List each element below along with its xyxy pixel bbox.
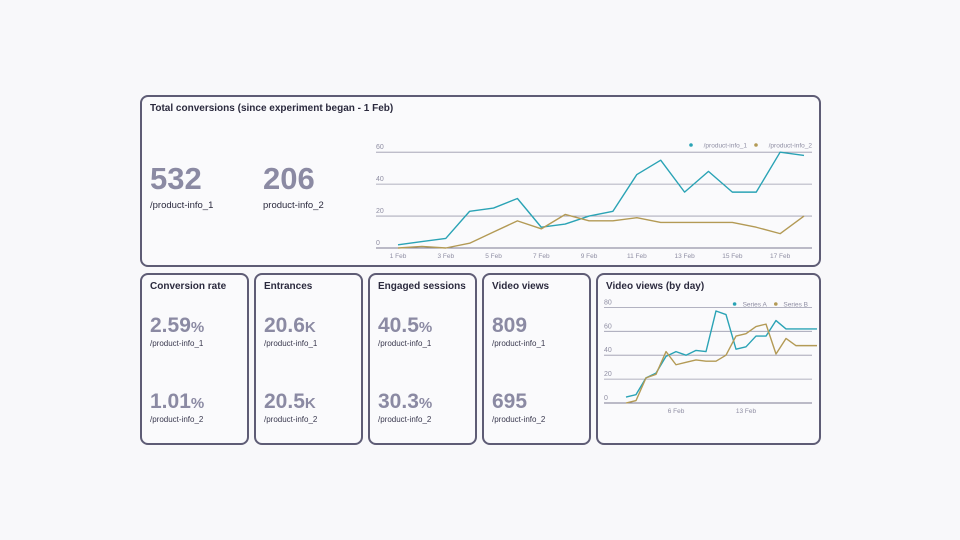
y-tick-label: 20 <box>604 371 612 378</box>
metric-number: 40.5 <box>378 314 419 337</box>
card-title: Conversion rate <box>150 281 227 292</box>
series-line-2 <box>625 323 817 404</box>
metric-label: /product-info_2 <box>492 415 546 424</box>
card-title: Total conversions (since experiment bega… <box>150 103 394 114</box>
card-title: Video views (by day) <box>606 281 705 292</box>
metric-unit: % <box>190 395 205 412</box>
entrances-card: Entrances 20.6K /product-info_1 20.5K /p… <box>254 273 363 445</box>
metric-unit: K <box>304 395 316 412</box>
metric-value: 1.01% <box>150 391 204 412</box>
x-tick-label: 6 Feb <box>668 408 685 415</box>
metric-product-info-2: 30.3% /product-info_2 <box>378 391 432 424</box>
metric-product-info-2: 1.01% /product-info_2 <box>150 391 204 424</box>
metric-label: /product-info_1 <box>264 339 318 348</box>
legend-label: Series A <box>743 302 768 309</box>
metric-label: /product-info_2 <box>378 415 432 424</box>
video-views-line-chart: 0 20 40 60 80 6 Feb 13 Feb Series B Series A <box>604 299 817 415</box>
y-tick-label: 20 <box>376 208 384 215</box>
video-views-by-day-card: Video views (by day) 0 20 40 60 80 6 Feb 13 Fe… <box>596 273 821 445</box>
metric-number: 695 <box>492 390 528 413</box>
conversion-rate-card: Conversion rate 2.59% /product-info_1 1.… <box>140 273 249 445</box>
x-tick-label: 1 Feb <box>390 253 407 260</box>
y-tick-label: 40 <box>376 176 384 183</box>
x-tick-label: 11 Feb <box>627 253 647 260</box>
metric-number: 30.3 <box>378 390 419 413</box>
y-tick-label: 40 <box>604 347 612 354</box>
metric-number: 1.01 <box>150 390 191 413</box>
x-tick-label: 5 Feb <box>485 253 502 260</box>
x-tick-label: 17 Feb <box>770 253 791 260</box>
metric-product-info-1: 20.6K /product-info_1 <box>264 315 317 348</box>
x-tick-label: 15 Feb <box>722 253 743 260</box>
y-tick-label: 0 <box>376 240 380 247</box>
legend-marker <box>754 143 758 147</box>
metric-value: 30.3% <box>378 391 432 412</box>
stat-label: product-info_2 <box>263 200 324 211</box>
metric-unit: K <box>304 319 316 336</box>
stat-value: 206 <box>263 161 315 196</box>
x-tick-label: 3 Feb <box>437 253 454 260</box>
metric-label: /product-info_1 <box>150 339 204 348</box>
card-title: Video views <box>492 281 550 292</box>
card-title: Entrances <box>264 281 313 292</box>
legend-label: Series B <box>783 302 808 309</box>
total-conversions-card: Total conversions (since experiment bega… <box>140 95 821 267</box>
legend-label: /product-info_1 <box>704 143 748 150</box>
metric-number: 20.6 <box>264 314 305 337</box>
metric-label: /product-info_2 <box>264 415 318 424</box>
metric-value: 20.5K <box>264 391 317 412</box>
stat-product-info-2: 206 product-info_2 <box>263 163 324 211</box>
metric-number: 20.5 <box>264 390 305 413</box>
metric-product-info-2: 695 /product-info_2 <box>492 391 545 424</box>
legend-marker <box>774 302 778 306</box>
x-tick-label: 13 Feb <box>674 253 695 260</box>
legend-marker <box>689 143 693 147</box>
x-tick-label: 7 Feb <box>533 253 550 260</box>
y-tick-label: 60 <box>604 323 612 330</box>
stat-value: 532 <box>150 161 202 196</box>
metric-number: 809 <box>492 314 528 337</box>
video-views-card: Video views 809 /product-info_1 695 /pro… <box>482 273 591 445</box>
series-line-2 <box>397 213 805 249</box>
conversions-line-chart: 0 20 40 60 1 Feb 3 Feb 5 Feb 7 Feb 9 Feb 11 Feb 13… <box>376 143 813 260</box>
legend-label: /product-info_2 <box>769 143 813 150</box>
y-tick-label: 60 <box>376 144 384 151</box>
metric-label: /product-info_2 <box>150 415 204 424</box>
stat-label: /product-info_1 <box>150 200 214 211</box>
metric-value: 809 <box>492 315 545 336</box>
metric-unit: % <box>190 319 205 336</box>
card-title: Engaged sessions <box>378 281 466 292</box>
metric-product-info-1: 2.59% /product-info_1 <box>150 315 204 348</box>
x-tick-label: 13 Feb <box>736 408 757 415</box>
metric-number: 2.59 <box>150 314 191 337</box>
stat-product-info-1: 532 /product-info_1 <box>150 163 213 211</box>
metric-label: /product-info_1 <box>492 339 546 348</box>
y-tick-label: 0 <box>604 395 608 402</box>
x-tick-label: 9 Feb <box>581 253 598 260</box>
metric-value: 20.6K <box>264 315 317 336</box>
y-tick-label: 80 <box>604 299 612 306</box>
engaged-sessions-card: Engaged sessions 40.5% /product-info_1 3… <box>368 273 477 445</box>
metric-unit: % <box>418 395 433 412</box>
metric-value: 40.5% <box>378 315 432 336</box>
metric-value: 695 <box>492 391 545 412</box>
metric-product-info-2: 20.5K /product-info_2 <box>264 391 317 424</box>
series-line-1 <box>397 151 805 246</box>
legend-marker <box>732 302 737 306</box>
series-line-1 <box>625 310 817 398</box>
metric-label: /product-info_1 <box>378 339 432 348</box>
metric-product-info-1: 40.5% /product-info_1 <box>378 315 432 348</box>
metric-unit: % <box>418 319 433 336</box>
metric-product-info-1: 809 /product-info_1 <box>492 315 545 348</box>
metric-value: 2.59% <box>150 315 204 336</box>
